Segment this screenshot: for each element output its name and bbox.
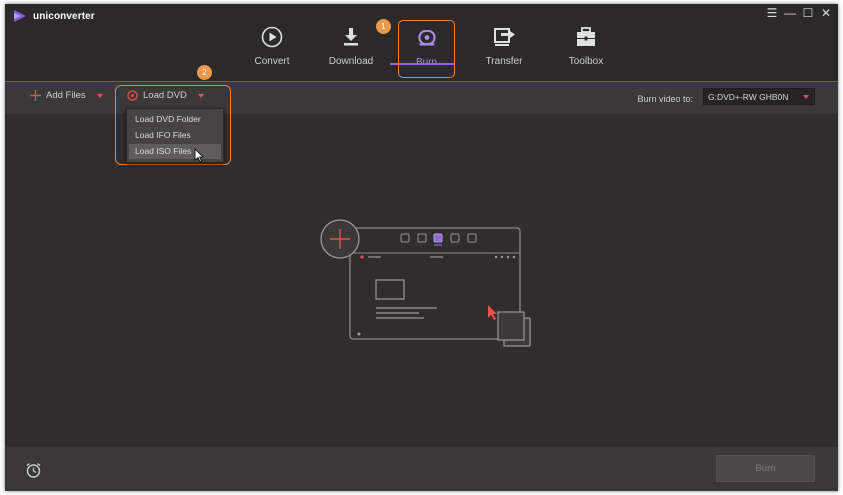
download-icon [344, 28, 358, 46]
disc-icon [418, 30, 435, 46]
tab-burn[interactable]: Burn [398, 20, 455, 78]
tab-transfer-label: Transfer [485, 56, 523, 67]
tab-convert[interactable]: Convert [237, 20, 307, 78]
tab-toolbox-label: Toolbox [568, 56, 604, 67]
add-files-label: Add Files [46, 90, 86, 101]
transfer-icon [494, 28, 515, 46]
plus-icon [30, 90, 41, 101]
header: uniconverter ☰ — ☐ ✕ Convert Download Tr… [5, 4, 838, 82]
alarm-clock-icon[interactable] [25, 462, 42, 478]
add-files-button[interactable]: Add Files [30, 90, 103, 101]
burn-target-value: G:DVD+-RW GHB0N [708, 92, 789, 102]
app-window: uniconverter ☰ — ☐ ✕ Convert Download Tr… [5, 4, 838, 491]
burn-button[interactable]: Burn [716, 455, 815, 482]
close-icon[interactable]: ✕ [820, 6, 832, 20]
burn-to-label: Burn video to: [637, 94, 693, 104]
burn-target-caret-icon [803, 95, 809, 99]
minimize-icon[interactable]: — [784, 6, 796, 20]
maximize-icon[interactable]: ☐ [802, 6, 814, 20]
active-tab-indicator [390, 63, 455, 65]
menu-icon[interactable]: ☰ [766, 6, 778, 20]
step-badge-1: 1 [376, 19, 391, 34]
tab-toolbox[interactable]: Toolbox [551, 20, 621, 78]
tab-download-label: Download [328, 56, 374, 67]
dropdown-item-load-dvd-folder[interactable]: Load DVD Folder [129, 112, 221, 127]
footer: Burn [5, 447, 838, 491]
toolbox-icon [577, 27, 595, 46]
main-nav: Convert Download Transfer Toolbox [5, 20, 838, 82]
burn-target-select[interactable]: G:DVD+-RW GHB0N [703, 88, 815, 105]
tab-convert-label: Convert [254, 56, 290, 67]
empty-state-illustration[interactable] [313, 213, 535, 348]
dropdown-item-load-iso-files[interactable]: Load ISO Files [129, 144, 221, 159]
mouse-cursor-icon [194, 148, 204, 162]
window-controls: ☰ — ☐ ✕ [766, 6, 832, 20]
load-dvd-dropdown: Load DVD Folder Load IFO Files Load ISO … [126, 108, 224, 163]
dropdown-item-load-ifo-files[interactable]: Load IFO Files [129, 128, 221, 143]
step-badge-2: 2 [197, 65, 212, 80]
play-circle-icon [261, 26, 283, 48]
add-files-caret-icon[interactable] [96, 93, 103, 98]
tab-transfer[interactable]: Transfer [469, 20, 539, 78]
